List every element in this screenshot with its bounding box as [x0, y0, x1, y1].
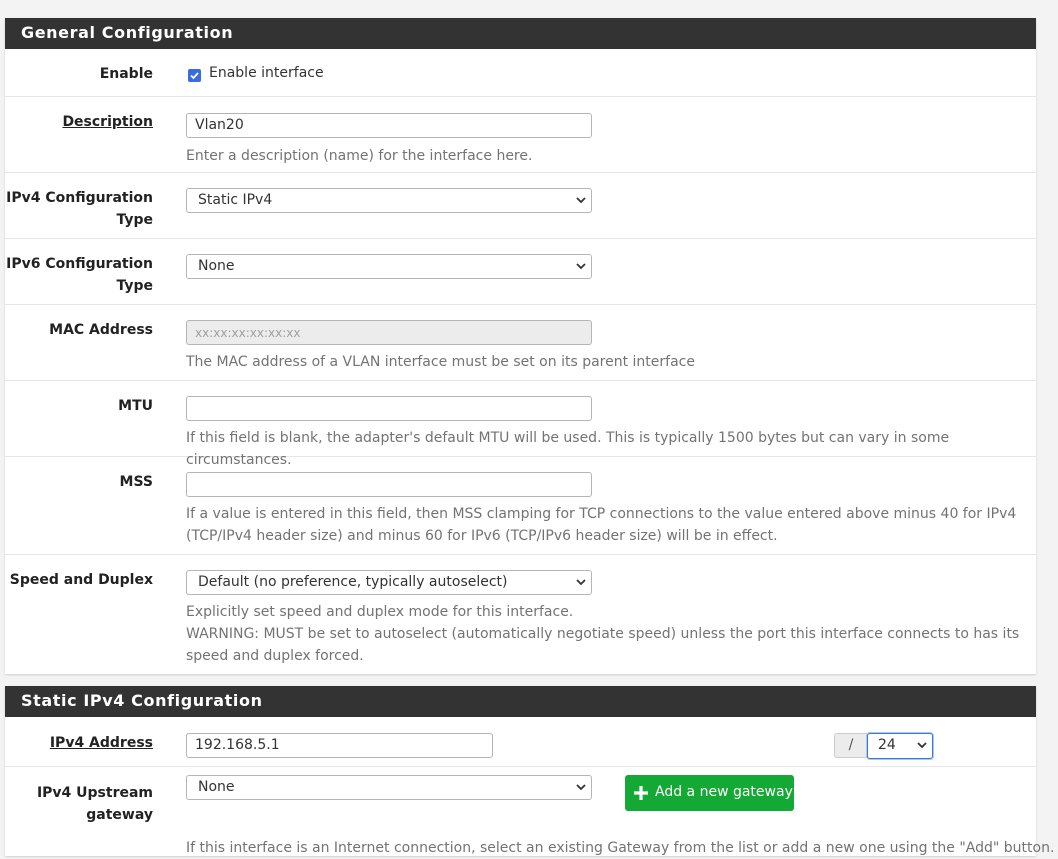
- cidr-slash-addon: /: [834, 733, 867, 758]
- checkmark-icon: [190, 72, 199, 80]
- mtu-label: MTU: [118, 398, 153, 414]
- ipv4-address-input[interactable]: 192.168.5.1: [186, 733, 493, 758]
- row-mac-address: MAC Address xx:xx:xx:xx:xx:xx The MAC ad…: [5, 305, 1036, 381]
- static-ipv4-panel: Static IPv4 Configuration IPv4 Address 1…: [5, 686, 1055, 857]
- cidr-select[interactable]: 24: [867, 733, 933, 759]
- speed-duplex-select[interactable]: Default (no preference, typically autose…: [186, 570, 592, 595]
- add-gateway-label: Add a new gateway: [655, 784, 793, 800]
- plus-icon: [634, 786, 648, 800]
- mac-address-help: The MAC address of a VLAN interface must…: [186, 354, 695, 370]
- ipv4-gateway-label-line1: IPv4 Upstream: [36, 785, 153, 801]
- mss-input[interactable]: [186, 472, 592, 497]
- ipv6-type-label-line1: IPv6 Configuration: [6, 256, 153, 272]
- panel-heading-general: General Configuration: [5, 18, 1036, 49]
- row-ipv4-address: IPv4 Address 192.168.5.1 / 24: [5, 717, 1036, 767]
- ipv6-type-label: IPv6 Configuration Type: [5, 253, 153, 297]
- row-ipv4-type: IPv4 Configuration Type Static IPv4: [5, 173, 1036, 239]
- panel-heading-static-ipv4: Static IPv4 Configuration: [5, 686, 1036, 717]
- speed-duplex-help: Explicitly set speed and duplex mode for…: [186, 601, 1036, 667]
- speed-duplex-value: Default (no preference, typically autose…: [198, 574, 508, 590]
- add-gateway-button[interactable]: Add a new gateway: [625, 775, 794, 811]
- enable-label: Enable: [99, 66, 153, 82]
- ipv4-address-label: IPv4 Address: [5, 732, 153, 754]
- ipv4-type-label: IPv4 Configuration Type: [5, 187, 153, 231]
- description-input[interactable]: Vlan20: [186, 113, 592, 138]
- mac-address-label: MAC Address: [49, 322, 153, 338]
- row-mss: MSS If a value is entered in this field,…: [5, 457, 1036, 555]
- speed-duplex-help-line1: Explicitly set speed and duplex mode for…: [186, 604, 574, 620]
- chevron-down-icon: [576, 579, 586, 586]
- ipv4-gateway-label: IPv4 Upstream gateway: [5, 782, 153, 826]
- mss-label: MSS: [119, 474, 153, 490]
- ipv6-type-value: None: [198, 258, 235, 274]
- ipv4-type-label-line2: Type: [116, 212, 153, 228]
- row-mtu: MTU If this field is blank, the adapter'…: [5, 381, 1036, 468]
- row-enable: Enable Enable interface: [5, 49, 1036, 97]
- top-edge: [0, 0, 1058, 8]
- mss-help: If a value is entered in this field, the…: [186, 503, 1036, 547]
- ipv4-gateway-select[interactable]: None: [186, 775, 592, 800]
- mtu-input[interactable]: [186, 396, 592, 421]
- enable-checkbox[interactable]: [188, 69, 201, 82]
- row-speed-duplex: Speed and Duplex Default (no preference,…: [5, 555, 1036, 673]
- row-ipv6-type: IPv6 Configuration Type None: [5, 239, 1036, 305]
- speed-duplex-help-line2: WARNING: MUST be set to autoselect (auto…: [186, 626, 1020, 642]
- speed-duplex-label: Speed and Duplex: [9, 572, 153, 588]
- ipv4-type-value: Static IPv4: [198, 192, 273, 208]
- general-configuration-panel: General Configuration Enable Enable inte…: [5, 18, 1036, 674]
- description-label-text: Description: [62, 114, 153, 130]
- ipv4-gateway-help: If this interface is an Internet connect…: [186, 840, 1055, 856]
- ipv6-type-label-line2: Type: [116, 278, 153, 294]
- chevron-down-icon: [576, 784, 586, 791]
- row-description: Description Vlan20 Enter a description (…: [5, 97, 1036, 173]
- mss-help-line2: (TCP/IPv4 header size) and minus 60 for …: [186, 528, 778, 544]
- speed-duplex-help-line3: speed and duplex forced.: [186, 648, 364, 664]
- ipv4-type-select[interactable]: Static IPv4: [186, 188, 592, 213]
- ipv4-address-label-text: IPv4 Address: [49, 735, 153, 751]
- chevron-down-icon: [576, 263, 586, 270]
- ipv4-gateway-label-line2: gateway: [86, 807, 153, 823]
- chevron-down-icon: [576, 197, 586, 204]
- description-label: Description: [5, 111, 153, 133]
- ipv4-type-label-line1: IPv4 Configuration: [6, 190, 153, 206]
- cidr-value: 24: [878, 737, 896, 753]
- enable-checkbox-label[interactable]: Enable interface: [209, 65, 324, 81]
- mss-help-line1: If a value is entered in this field, the…: [186, 506, 1017, 522]
- chevron-down-icon: [917, 742, 927, 749]
- row-ipv4-gateway: IPv4 Upstream gateway None Add a new gat…: [5, 767, 1055, 857]
- mac-address-input: xx:xx:xx:xx:xx:xx: [186, 320, 592, 345]
- ipv6-type-select[interactable]: None: [186, 254, 592, 279]
- description-help: Enter a description (name) for the inter…: [186, 148, 533, 164]
- ipv4-gateway-value: None: [198, 779, 235, 795]
